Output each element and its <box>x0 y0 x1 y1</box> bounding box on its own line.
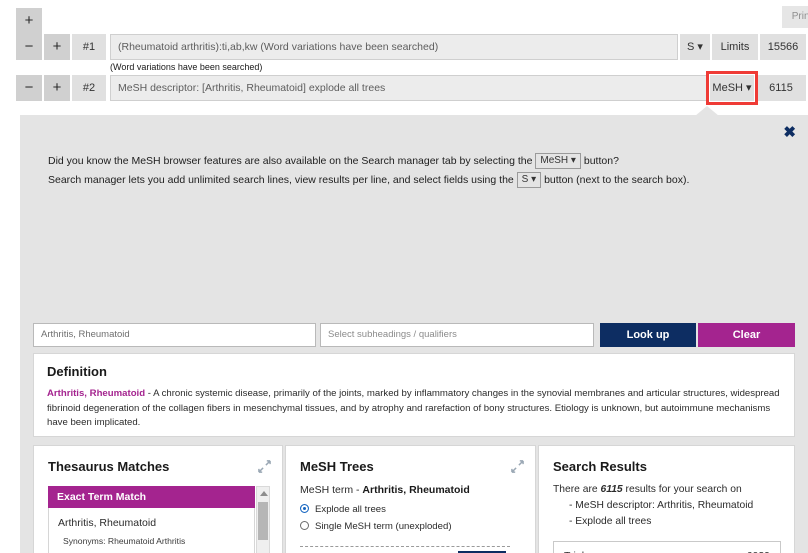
result-count-row-1: 15566 <box>760 34 806 60</box>
table-row[interactable]: Trials 6039 <box>554 542 780 553</box>
search-results-table: Trials 6039 Cochrane Reviews 76 <box>553 541 781 553</box>
thesaurus-term[interactable]: Arthritis, Rheumatoid <box>58 517 254 529</box>
intro-line-2: Search manager lets you add unlimited se… <box>48 172 689 188</box>
thesaurus-scroll-thumb[interactable] <box>258 502 268 540</box>
intro-field-button[interactable]: S ▾ <box>516 172 542 188</box>
print-button[interactable]: Print <box>782 6 808 28</box>
add-search-row-top-button[interactable]: + <box>16 8 42 34</box>
definition-term: Arthritis, Rheumatoid <box>47 388 146 399</box>
subheadings-input[interactable]: Select subheadings / qualifiers <box>320 323 594 347</box>
radio-icon[interactable] <box>300 521 309 530</box>
row-1-number: #1 <box>72 34 106 60</box>
definition-text: - A chronic systemic disease, primarily … <box>47 388 780 428</box>
search-results-detail-1: - MeSH descriptor: Arthritis, Rheumatoid <box>569 500 754 511</box>
remove-row-2-button[interactable]: − <box>16 75 42 101</box>
close-icon[interactable]: ✖ <box>783 125 796 140</box>
definition-body: Arthritis, Rheumatoid - A chronic system… <box>47 387 785 431</box>
expand-icon[interactable] <box>511 460 524 473</box>
mesh-term-input[interactable]: Arthritis, Rheumatoid <box>33 323 316 347</box>
clear-button[interactable]: Clear <box>698 323 795 347</box>
remove-row-1-button[interactable]: − <box>16 34 42 60</box>
intro-line-2-text-b: button (next to the search box). <box>544 174 690 186</box>
result-count-row-2: 6115 <box>756 75 806 101</box>
expand-icon[interactable] <box>258 460 271 473</box>
thesaurus-title: Thesaurus Matches <box>48 459 170 474</box>
scroll-up-icon[interactable] <box>260 491 268 496</box>
intro-mesh-button[interactable]: MeSH ▾ <box>535 153 581 169</box>
mesh-term-prefix: MeSH term - <box>300 484 363 496</box>
thesaurus-scrollbar[interactable] <box>256 486 270 553</box>
thesaurus-group-body: Arthritis, Rheumatoid Synonyms: Rheumato… <box>48 508 255 553</box>
intro-line-1-text-a: Did you know the MeSH browser features a… <box>48 155 533 167</box>
add-row-1-button[interactable]: + <box>44 34 70 60</box>
summary-suffix: results for your search on <box>622 484 742 495</box>
mesh-browser-modal: ✖ Did you know the MeSH browser features… <box>20 115 808 553</box>
search-manager: + Print − + #1 (Rheumatoid arthritis):ti… <box>0 0 808 112</box>
radio-icon[interactable] <box>300 504 309 513</box>
thesaurus-group-header[interactable]: Exact Term Match <box>48 486 255 508</box>
app-root: + Print − + #1 (Rheumatoid arthritis):ti… <box>0 0 808 553</box>
radio-explode-all-trees[interactable]: Explode all trees <box>300 504 386 515</box>
thesaurus-group: Exact Term Match Arthritis, Rheumatoid S… <box>48 486 255 553</box>
row-1-note: (Word variations have been searched) <box>110 62 263 72</box>
add-row-2-button[interactable]: + <box>44 75 70 101</box>
row-2-number: #2 <box>72 75 106 101</box>
search-input-row-1[interactable]: (Rheumatoid arthritis):ti,ab,kw (Word va… <box>110 34 678 60</box>
search-results-panel: Search Results There are 6115 results fo… <box>538 445 795 553</box>
row-label: Trials <box>564 542 589 553</box>
divider <box>300 546 510 547</box>
thesaurus-synonyms: Synonyms: Rheumatoid Arthritis <box>63 536 186 546</box>
intro-line-2-text-a: Search manager lets you add unlimited se… <box>48 174 514 186</box>
summary-prefix: There are <box>553 484 601 495</box>
definition-card: Definition Arthritis, Rheumatoid - A chr… <box>33 353 795 437</box>
summary-count: 6115 <box>600 484 623 495</box>
radio-label: Single MeSH term (unexploded) <box>315 521 452 532</box>
radio-single-mesh-term[interactable]: Single MeSH term (unexploded) <box>300 521 452 532</box>
search-results-summary: There are 6115 results for your search o… <box>553 484 742 495</box>
radio-label: Explode all trees <box>315 504 386 515</box>
row-value: 6039 <box>747 542 770 553</box>
thesaurus-list-viewport: Exact Term Match Arthritis, Rheumatoid S… <box>48 486 270 553</box>
definition-heading: Definition <box>47 364 107 379</box>
mesh-term-value: Arthritis, Rheumatoid <box>362 484 470 496</box>
lookup-button[interactable]: Look up <box>600 323 696 347</box>
mesh-trees-title: MeSH Trees <box>300 459 374 474</box>
limits-button-row-1[interactable]: Limits <box>712 34 758 60</box>
thesaurus-matches-panel: Thesaurus Matches Exact Term Match Arthr… <box>33 445 283 553</box>
thesaurus-list: Exact Term Match Arthritis, Rheumatoid S… <box>48 486 255 553</box>
mesh-trees-panel: MeSH Trees MeSH term - Arthritis, Rheuma… <box>285 445 536 553</box>
mesh-button-highlight <box>706 71 758 105</box>
field-select-row-1[interactable]: S ▾ <box>680 34 710 60</box>
mesh-term-label: MeSH term - Arthritis, Rheumatoid <box>300 484 470 496</box>
search-results-detail-2: - Explode all trees <box>569 516 652 527</box>
search-input-row-2[interactable]: MeSH descriptor: [Arthritis, Rheumatoid]… <box>110 75 708 101</box>
search-results-title: Search Results <box>553 459 647 474</box>
intro-line-1-text-b: button? <box>583 155 619 167</box>
intro-line-1: Did you know the MeSH browser features a… <box>48 153 619 169</box>
